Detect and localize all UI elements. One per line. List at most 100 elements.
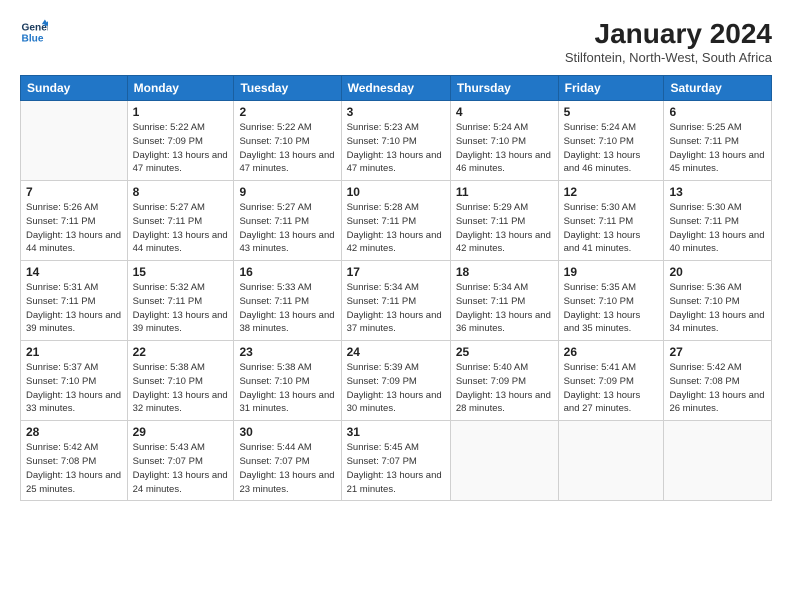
table-row: 3Sunrise: 5:23 AMSunset: 7:10 PMDaylight… [341, 101, 450, 181]
day-info: Sunrise: 5:38 AMSunset: 7:10 PMDaylight:… [133, 361, 229, 416]
day-number: 23 [239, 345, 335, 359]
table-row: 23Sunrise: 5:38 AMSunset: 7:10 PMDayligh… [234, 341, 341, 421]
table-row: 19 Sunrise: 5:35 AMSunset: 7:10 PMDayligh… [558, 261, 664, 341]
table-row: 7 Sunrise: 5:26 AMSunset: 7:11 PMDaylight… [21, 181, 128, 261]
title-area: January 2024 Stilfontein, North-West, So… [565, 18, 772, 65]
table-row: 29Sunrise: 5:43 AMSunset: 7:07 PMDayligh… [127, 421, 234, 501]
location: Stilfontein, North-West, South Africa [565, 50, 772, 65]
header-tuesday: Tuesday [234, 76, 341, 101]
table-row: 22 Sunrise: 5:38 AMSunset: 7:10 PMDayligh… [127, 341, 234, 421]
day-info: Sunrise: 5:34 AMSunset: 7:11 PMDaylight:… [456, 281, 553, 336]
table-row: 21Sunrise: 5:37 AMSunset: 7:10 PMDayligh… [21, 341, 128, 421]
day-info: Sunrise: 5:27 AMSunset: 7:11 PMDaylight:… [239, 201, 335, 256]
day-info: Sunrise: 5:24 AMSunset: 7:10 PMDaylight:… [564, 121, 659, 176]
day-number: 2 [239, 105, 335, 119]
calendar-week-row: 7 Sunrise: 5:26 AMSunset: 7:11 PMDaylight… [21, 181, 772, 261]
day-number: 17 [347, 265, 445, 279]
day-number: 29 [133, 425, 229, 439]
table-row: 14 Sunrise: 5:31 AMSunset: 7:11 PMDayligh… [21, 261, 128, 341]
table-row [21, 101, 128, 181]
calendar-week-row: 21Sunrise: 5:37 AMSunset: 7:10 PMDayligh… [21, 341, 772, 421]
day-number: 12 [564, 185, 659, 199]
table-row: 16 Sunrise: 5:33 AMSunset: 7:11 PMDayligh… [234, 261, 341, 341]
page: General Blue January 2024 Stilfontein, N… [0, 0, 792, 511]
day-number: 7 [26, 185, 122, 199]
day-number: 5 [564, 105, 659, 119]
day-info: Sunrise: 5:29 AMSunset: 7:11 PMDaylight:… [456, 201, 553, 256]
day-number: 16 [239, 265, 335, 279]
table-row: 31Sunrise: 5:45 AMSunset: 7:07 PMDayligh… [341, 421, 450, 501]
day-info: Sunrise: 5:34 AMSunset: 7:11 PMDaylight:… [347, 281, 445, 336]
table-row: 9 Sunrise: 5:27 AMSunset: 7:11 PMDaylight… [234, 181, 341, 261]
day-info: Sunrise: 5:32 AMSunset: 7:11 PMDaylight:… [133, 281, 229, 336]
day-number: 28 [26, 425, 122, 439]
table-row: 18 Sunrise: 5:34 AMSunset: 7:11 PMDayligh… [450, 261, 558, 341]
day-number: 20 [669, 265, 766, 279]
day-info: Sunrise: 5:26 AMSunset: 7:11 PMDaylight:… [26, 201, 122, 256]
day-number: 30 [239, 425, 335, 439]
header-wednesday: Wednesday [341, 76, 450, 101]
calendar-table: Sunday Monday Tuesday Wednesday Thursday… [20, 75, 772, 501]
day-number: 22 [133, 345, 229, 359]
table-row: 20 Sunrise: 5:36 AMSunset: 7:10 PMDayligh… [664, 261, 772, 341]
day-number: 13 [669, 185, 766, 199]
day-number: 6 [669, 105, 766, 119]
day-info: Sunrise: 5:36 AMSunset: 7:10 PMDaylight:… [669, 281, 766, 336]
calendar-header-row: Sunday Monday Tuesday Wednesday Thursday… [21, 76, 772, 101]
table-row: 30 Sunrise: 5:44 AMSunset: 7:07 PMDayligh… [234, 421, 341, 501]
header-sunday: Sunday [21, 76, 128, 101]
day-number: 3 [347, 105, 445, 119]
day-number: 10 [347, 185, 445, 199]
table-row: 11 Sunrise: 5:29 AMSunset: 7:11 PMDayligh… [450, 181, 558, 261]
table-row: 26 Sunrise: 5:41 AMSunset: 7:09 PMDayligh… [558, 341, 664, 421]
day-number: 1 [133, 105, 229, 119]
day-info: Sunrise: 5:22 AMSunset: 7:10 PMDaylight:… [239, 121, 335, 176]
day-number: 4 [456, 105, 553, 119]
day-number: 25 [456, 345, 553, 359]
table-row: 4 Sunrise: 5:24 AMSunset: 7:10 PMDaylight… [450, 101, 558, 181]
day-number: 31 [347, 425, 445, 439]
table-row [558, 421, 664, 501]
day-number: 8 [133, 185, 229, 199]
day-info: Sunrise: 5:27 AMSunset: 7:11 PMDaylight:… [133, 201, 229, 256]
day-info: Sunrise: 5:30 AMSunset: 7:11 PMDaylight:… [564, 201, 659, 256]
table-row: 6 Sunrise: 5:25 AMSunset: 7:11 PMDaylight… [664, 101, 772, 181]
day-info: Sunrise: 5:25 AMSunset: 7:11 PMDaylight:… [669, 121, 766, 176]
table-row: 12 Sunrise: 5:30 AMSunset: 7:11 PMDayligh… [558, 181, 664, 261]
calendar-week-row: 28 Sunrise: 5:42 AMSunset: 7:08 PMDayligh… [21, 421, 772, 501]
day-number: 9 [239, 185, 335, 199]
day-number: 18 [456, 265, 553, 279]
month-year: January 2024 [565, 18, 772, 50]
day-info: Sunrise: 5:31 AMSunset: 7:11 PMDaylight:… [26, 281, 122, 336]
day-number: 14 [26, 265, 122, 279]
day-info: Sunrise: 5:22 AMSunset: 7:09 PMDaylight:… [133, 121, 229, 176]
table-row: 24Sunrise: 5:39 AMSunset: 7:09 PMDayligh… [341, 341, 450, 421]
day-info: Sunrise: 5:35 AMSunset: 7:10 PMDaylight:… [564, 281, 659, 336]
day-number: 21 [26, 345, 122, 359]
table-row: 5 Sunrise: 5:24 AMSunset: 7:10 PMDaylight… [558, 101, 664, 181]
day-number: 15 [133, 265, 229, 279]
day-info: Sunrise: 5:24 AMSunset: 7:10 PMDaylight:… [456, 121, 553, 176]
table-row [664, 421, 772, 501]
logo-icon: General Blue [20, 18, 48, 46]
table-row: 28 Sunrise: 5:42 AMSunset: 7:08 PMDayligh… [21, 421, 128, 501]
day-info: Sunrise: 5:33 AMSunset: 7:11 PMDaylight:… [239, 281, 335, 336]
day-number: 24 [347, 345, 445, 359]
day-number: 11 [456, 185, 553, 199]
table-row: 2 Sunrise: 5:22 AMSunset: 7:10 PMDaylight… [234, 101, 341, 181]
calendar-week-row: 14 Sunrise: 5:31 AMSunset: 7:11 PMDayligh… [21, 261, 772, 341]
logo: General Blue [20, 18, 48, 46]
calendar-week-row: 1 Sunrise: 5:22 AMSunset: 7:09 PMDaylight… [21, 101, 772, 181]
day-number: 19 [564, 265, 659, 279]
table-row: 17 Sunrise: 5:34 AMSunset: 7:11 PMDayligh… [341, 261, 450, 341]
day-info: Sunrise: 5:42 AMSunset: 7:08 PMDaylight:… [26, 441, 122, 496]
day-info: Sunrise: 5:41 AMSunset: 7:09 PMDaylight:… [564, 361, 659, 416]
table-row: 13 Sunrise: 5:30 AMSunset: 7:11 PMDayligh… [664, 181, 772, 261]
day-info: Sunrise: 5:44 AMSunset: 7:07 PMDaylight:… [239, 441, 335, 496]
day-info: Sunrise: 5:28 AMSunset: 7:11 PMDaylight:… [347, 201, 445, 256]
header: General Blue January 2024 Stilfontein, N… [20, 18, 772, 65]
header-friday: Friday [558, 76, 664, 101]
table-row: 15 Sunrise: 5:32 AMSunset: 7:11 PMDayligh… [127, 261, 234, 341]
day-number: 26 [564, 345, 659, 359]
day-info: Sunrise: 5:30 AMSunset: 7:11 PMDaylight:… [669, 201, 766, 256]
